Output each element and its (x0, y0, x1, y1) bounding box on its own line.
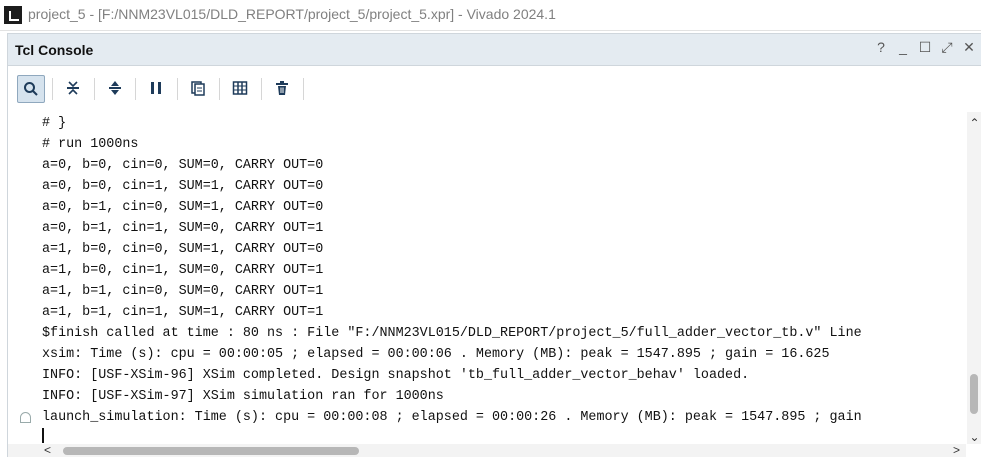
panel-title: Tcl Console (15, 42, 94, 58)
fold-marker-icon[interactable] (20, 412, 31, 423)
console-line: # run 1000ns (42, 137, 139, 152)
table-view-button[interactable] (227, 75, 253, 101)
scroll-down-icon[interactable]: ⌄ (967, 430, 981, 444)
pause-button[interactable] (143, 75, 169, 101)
vertical-scroll-thumb[interactable] (970, 374, 978, 414)
help-icon[interactable]: ? (872, 39, 890, 56)
toolbar-separator (94, 78, 95, 100)
search-button[interactable] (17, 75, 45, 103)
toolbar-separator (219, 78, 220, 100)
vertical-scrollbar[interactable]: ⌃ ⌄ (967, 112, 981, 444)
console-line: a=1, b=0, cin=1, SUM=0, CARRY OUT=1 (42, 263, 324, 278)
scroll-left-icon[interactable]: < (44, 443, 51, 457)
vivado-logo-icon (4, 6, 22, 24)
toolbar-separator (303, 78, 304, 100)
clear-icon (276, 81, 288, 95)
console-line: xsim: Time (s): cpu = 00:00:05 ; elapsed… (42, 347, 830, 362)
expand-all-button[interactable] (102, 75, 128, 101)
toolbar-separator (135, 78, 136, 100)
input-caret[interactable] (42, 428, 44, 443)
horizontal-scroll-thumb[interactable] (63, 447, 359, 455)
console-line: a=1, b=0, cin=0, SUM=1, CARRY OUT=0 (42, 242, 324, 257)
expand-all-icon (109, 81, 121, 95)
console-line: INFO: [USF-XSim-97] XSim simulation ran … (42, 389, 444, 404)
console-line: a=0, b=0, cin=1, SUM=1, CARRY OUT=0 (42, 179, 324, 194)
panel-header: Tcl Console ? _ ☐ ⤢ ✕ (8, 34, 981, 66)
console-line: launch_simulation: Time (s): cpu = 00:00… (42, 410, 862, 425)
collapse-all-icon (67, 81, 79, 95)
toolbar-separator (52, 78, 53, 100)
console-line: a=0, b=0, cin=0, SUM=0, CARRY OUT=0 (42, 158, 324, 173)
horizontal-scrollbar[interactable]: < > (8, 443, 966, 457)
pause-icon (151, 82, 161, 94)
console-line: $finish called at time : 80 ns : File "F… (42, 326, 862, 341)
maximize-icon[interactable]: ☐ (916, 39, 934, 56)
panel-controls: ? _ ☐ ⤢ ✕ (872, 39, 978, 56)
console-line: a=0, b=1, cin=1, SUM=0, CARRY OUT=1 (42, 221, 324, 236)
window-title: project_5 - [F:/NNM23VL015/DLD_REPORT/pr… (28, 6, 556, 22)
search-icon (24, 82, 38, 96)
close-icon[interactable]: ✕ (960, 39, 978, 56)
toolbar-separator (177, 78, 178, 100)
console-line: a=0, b=1, cin=0, SUM=1, CARRY OUT=0 (42, 200, 324, 215)
console-line: INFO: [USF-XSim-96] XSim completed. Desi… (42, 368, 750, 383)
console-line: a=1, b=1, cin=1, SUM=1, CARRY OUT=1 (42, 305, 324, 320)
console-output[interactable]: # } # run 1000ns a=0, b=0, cin=0, SUM=0,… (8, 112, 966, 444)
copy-icon (191, 81, 205, 96)
copy-button[interactable] (185, 75, 211, 101)
float-icon[interactable]: ⤢ (938, 39, 956, 56)
window-titlebar: project_5 - [F:/NNM23VL015/DLD_REPORT/pr… (0, 0, 981, 31)
console-line: a=1, b=1, cin=0, SUM=0, CARRY OUT=1 (42, 284, 324, 299)
scroll-right-icon[interactable]: > (953, 443, 960, 457)
table-icon (232, 81, 248, 95)
toolbar-separator (261, 78, 262, 100)
scroll-up-icon[interactable]: ⌃ (967, 116, 981, 130)
collapse-all-button[interactable] (60, 75, 86, 101)
tcl-console-panel: Tcl Console ? _ ☐ ⤢ ✕ #} # run 1000ns a… (7, 33, 981, 457)
clear-button[interactable] (269, 75, 295, 101)
console-toolbar (8, 66, 981, 109)
console-line: # } (42, 116, 67, 131)
minimize-icon[interactable]: _ (894, 39, 912, 56)
